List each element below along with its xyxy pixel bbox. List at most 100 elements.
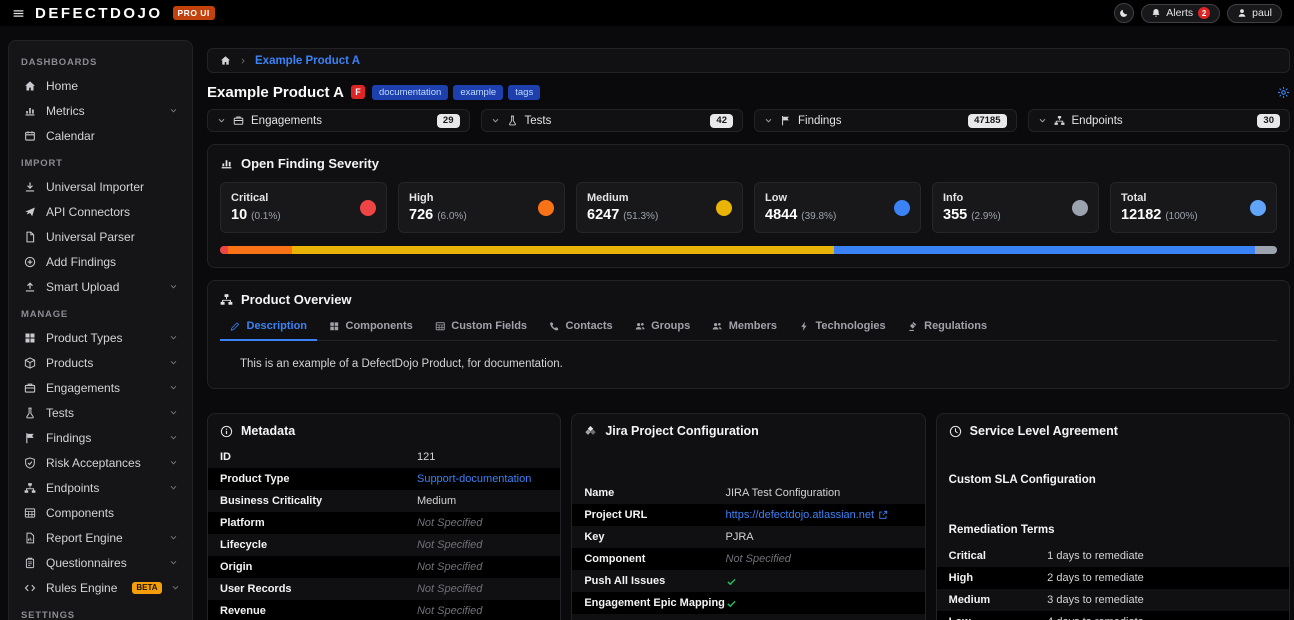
breadcrumb: Example Product A: [207, 48, 1290, 73]
users-icon: [635, 321, 646, 332]
flag-icon: [23, 432, 37, 444]
tab-members[interactable]: Members: [702, 314, 787, 341]
tab-components[interactable]: Components: [319, 314, 423, 341]
sidebar-item-home[interactable]: Home: [19, 73, 182, 98]
chevron-down-icon: [169, 558, 178, 567]
chart-icon: [23, 105, 37, 117]
table-row-push-notes: Push Notes: [572, 614, 924, 620]
vial-icon: [23, 407, 37, 419]
tab-groups[interactable]: Groups: [625, 314, 701, 341]
sidebar-item-api-connectors[interactable]: API Connectors: [19, 199, 182, 224]
chevron-down-icon: [169, 408, 178, 417]
username-label: paul: [1252, 7, 1272, 19]
defectdojo-logo[interactable]: DEFECTDOJO: [35, 5, 163, 22]
bar-segment-medium: [292, 246, 834, 254]
sidebar-item-add-findings[interactable]: Add Findings: [19, 249, 182, 274]
stat-value: 355: [943, 207, 967, 223]
sidebar-item-questionnaires[interactable]: Questionnaires: [19, 550, 182, 575]
stat-percent: (6.0%): [437, 211, 466, 222]
external-link-icon: [878, 510, 888, 520]
sidebar-item-label: Questionnaires: [46, 556, 127, 570]
tag-documentation[interactable]: documentation: [372, 85, 448, 100]
sidebar-item-metrics[interactable]: Metrics: [19, 98, 182, 123]
breadcrumb-link[interactable]: Example Product A: [255, 55, 360, 67]
sidebar-section-settings: SETTINGS: [21, 610, 180, 620]
sidebar-item-universal-importer[interactable]: Universal Importer: [19, 174, 182, 199]
tab-contacts[interactable]: Contacts: [539, 314, 623, 341]
tab-custom-fields[interactable]: Custom Fields: [425, 314, 537, 341]
table-label: Name: [584, 487, 725, 499]
filter-engagements[interactable]: Engagements29: [207, 109, 470, 132]
sidebar-item-calendar[interactable]: Calendar: [19, 123, 182, 148]
filter-tests[interactable]: Tests 42: [481, 109, 744, 132]
table-label: Revenue: [220, 605, 417, 617]
alerts-button[interactable]: Alerts 2: [1141, 4, 1220, 23]
grid-icon: [329, 321, 340, 332]
chevron-down-icon: [169, 458, 178, 467]
stat-label: Critical: [231, 192, 360, 204]
page-title: Example Product A: [207, 84, 344, 101]
severity-bar: [220, 246, 1277, 254]
sidebar-item-smart-upload[interactable]: Smart Upload: [19, 274, 182, 299]
sidebar-item-label: Rules Engine: [46, 581, 117, 595]
filter-label: Tests: [525, 115, 552, 127]
bell-icon: [1151, 8, 1161, 18]
tab-description[interactable]: Description: [220, 314, 317, 341]
tag-tags[interactable]: tags: [508, 85, 540, 100]
sidebar-item-label: Metrics: [46, 104, 85, 118]
tab-label: Description: [247, 320, 308, 332]
jira-card: Jira Project Configuration NameJIRA Test…: [571, 413, 925, 620]
sidebar-item-engagements[interactable]: Engagements: [19, 375, 182, 400]
filter-findings[interactable]: Findings47185: [754, 109, 1017, 132]
sidebar-item-products[interactable]: Products: [19, 350, 182, 375]
table-label: Engagement Epic Mapping: [584, 597, 725, 609]
metadata-card: Metadata ID121Product TypeSupport-docume…: [207, 413, 561, 620]
table-value: Not Specified: [726, 553, 791, 565]
overview-tabs: Description ComponentsCustom FieldsContac…: [220, 314, 1277, 341]
sidebar-item-universal-parser[interactable]: Universal Parser: [19, 224, 182, 249]
dark-mode-toggle[interactable]: [1114, 3, 1134, 23]
sidebar-item-endpoints[interactable]: Endpoints: [19, 475, 182, 500]
table-label: Key: [584, 531, 725, 543]
sidebar-item-label: Endpoints: [46, 481, 99, 495]
settings-gear-button[interactable]: [1277, 86, 1290, 99]
bar-segment-high: [228, 246, 291, 254]
stat-value: 726: [409, 207, 433, 223]
sidebar-item-tests[interactable]: Tests: [19, 400, 182, 425]
sidebar-item-risk-acceptances[interactable]: Risk Acceptances: [19, 450, 182, 475]
severity-card-title: Open Finding Severity: [241, 156, 379, 171]
sla-table: Critical1 days to remediateHigh2 days to…: [937, 545, 1289, 620]
table-label: Origin: [220, 561, 417, 573]
product-description: This is an example of a DefectDojo Produ…: [240, 358, 1277, 370]
sidebar-item-label: API Connectors: [46, 205, 130, 219]
stat-value: 10: [231, 207, 247, 223]
table-row-project-url: Project URLhttps://defectdojo.atlassian.…: [572, 504, 924, 526]
tab-label: Members: [729, 320, 777, 332]
tags: documentation example tags: [372, 85, 540, 100]
sidebar-item-components[interactable]: Components: [19, 500, 182, 525]
tab-technologies[interactable]: Technologies: [789, 314, 896, 341]
tab-regulations[interactable]: Regulations: [898, 314, 997, 341]
stat-label: Medium: [587, 192, 716, 204]
sidebar-item-product-types[interactable]: Product Types: [19, 325, 182, 350]
hamburger-menu-button[interactable]: [12, 7, 25, 20]
jira-card-header: Jira Project Configuration: [572, 424, 924, 438]
filter-endpoints[interactable]: Endpoints30: [1028, 109, 1291, 132]
sidebar-item-findings[interactable]: Findings: [19, 425, 182, 450]
user-menu-button[interactable]: paul: [1227, 4, 1282, 23]
table-value: Not Specified: [417, 539, 482, 551]
users-icon: [712, 321, 723, 332]
tag-example[interactable]: example: [453, 85, 503, 100]
sidebar-section-import: IMPORT: [21, 158, 180, 169]
breadcrumb-home-button[interactable]: [220, 55, 231, 66]
product-type-link[interactable]: Support-documentation: [417, 473, 531, 485]
sidebar-item-label: Report Engine: [46, 531, 123, 545]
sidebar-item-report-engine[interactable]: Report Engine: [19, 525, 182, 550]
tests-count-badge: 42: [710, 114, 733, 128]
project-url-link[interactable]: https://defectdojo.atlassian.net: [726, 509, 889, 521]
sidebar-item-rules-engine[interactable]: Rules EngineBETA: [19, 575, 182, 600]
table-label: Business Criticality: [220, 495, 417, 507]
clock-icon: [949, 425, 962, 438]
sidebar-item-label: Product Types: [46, 331, 123, 345]
table-row-push-all-issues: Push All Issues: [572, 570, 924, 592]
